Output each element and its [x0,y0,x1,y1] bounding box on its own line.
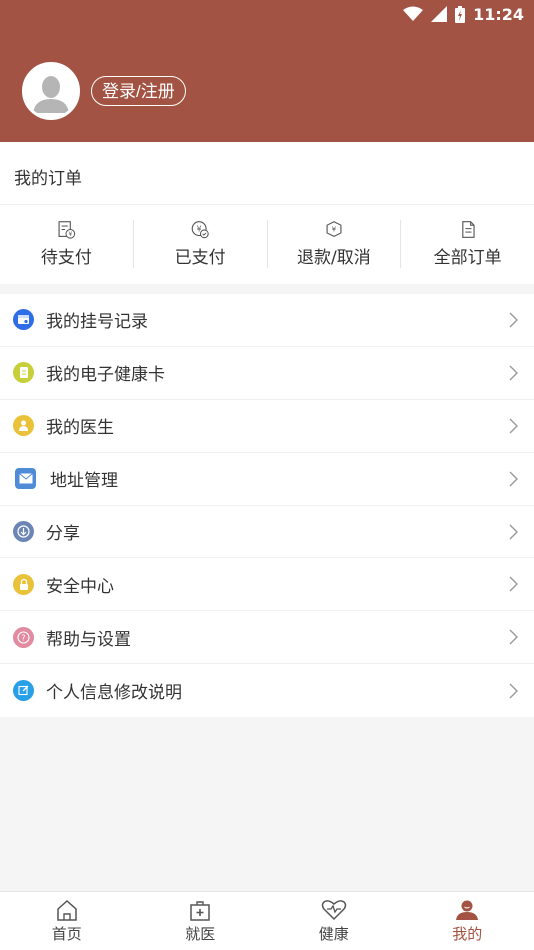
order-refund-cancel-label: 退款/取消 [297,248,371,268]
orders-row: ¥ 待支付 ¥ 已支付 ¥ 退款/取消 全部订单 [0,205,534,283]
menu-item-personal-info-notes[interactable]: 个人信息修改说明 [0,664,534,717]
chevron-right-icon [509,418,518,434]
address-icon [15,468,36,490]
chevron-right-icon [509,524,518,539]
menu-item-help-settings[interactable]: ? 帮助与设置 [0,611,534,665]
user-icon [456,900,479,920]
menu-item-registration-records[interactable]: 我的挂号记录 [0,294,534,347]
menu-item-label: 安全中心 [46,576,114,597]
lock-icon [13,573,34,595]
menu-list: 我的挂号记录 我的电子健康卡 我的医生 地址管理 分享 安全中心 ? 帮助与设置… [0,294,534,718]
medical-kit-icon [190,900,210,921]
tab-health[interactable]: 健康 [267,892,401,950]
chevron-right-icon [509,312,518,328]
chevron-right-icon [509,471,518,487]
status-bar: 11:24 [403,0,534,28]
share-icon [13,521,34,542]
order-refund-cancel[interactable]: ¥ 退款/取消 [268,220,402,268]
registration-icon [13,309,34,331]
battery-icon [455,5,466,23]
home-icon [57,899,77,921]
help-icon: ? [13,626,34,648]
signal-icon [431,6,448,22]
order-pending-payment[interactable]: ¥ 待支付 [0,220,134,268]
menu-item-share[interactable]: 分享 [0,506,534,559]
menu-item-address-management[interactable]: 地址管理 [0,453,534,506]
login-register-button[interactable]: 登录/注册 [91,76,186,106]
refund-icon: ¥ [326,221,342,238]
chevron-right-icon [509,683,518,699]
svg-text:?: ? [21,633,25,642]
tab-medical[interactable]: 就医 [134,892,268,950]
tab-health-label: 健康 [318,924,349,943]
order-paid-label: 已支付 [174,248,226,268]
menu-item-my-doctor[interactable]: 我的医生 [0,400,534,453]
my-orders-section: 我的订单 ¥ 待支付 ¥ 已支付 ¥ 退款/取消 全部订单 [0,142,534,284]
chevron-right-icon [509,365,518,381]
profile-header: 11:24 登录/注册 [0,0,534,142]
default-avatar-icon [25,65,77,117]
order-all-label: 全部订单 [433,248,502,268]
wifi-icon [403,6,424,21]
svg-text:¥: ¥ [332,226,337,234]
avatar[interactable] [22,62,80,120]
chevron-right-icon [509,576,518,592]
tab-home[interactable]: 首页 [0,892,134,950]
bottom-tab-bar: 首页 就医 健康 我的 [0,891,534,950]
all-orders-icon [461,221,475,238]
menu-item-label: 我的医生 [46,418,114,439]
tab-medical-label: 就医 [185,924,216,943]
doctor-icon [13,415,34,437]
paid-icon: ¥ [191,221,209,239]
menu-item-label: 我的挂号记录 [46,312,148,333]
tab-mine-label: 我的 [452,924,483,943]
svg-text:¥: ¥ [69,231,73,238]
menu-item-security-center[interactable]: 安全中心 [0,558,534,612]
menu-item-label: 我的电子健康卡 [46,365,165,386]
status-time: 11:24 [473,4,524,24]
order-all[interactable]: 全部订单 [401,220,534,268]
order-pending-payment-label: 待支付 [40,248,92,268]
heart-pulse-icon [321,899,346,920]
tab-home-label: 首页 [51,924,82,943]
order-paid[interactable]: ¥ 已支付 [134,220,268,268]
menu-item-label: 地址管理 [50,471,118,492]
tab-mine[interactable]: 我的 [401,892,534,950]
chevron-right-icon [509,629,518,645]
edit-icon [13,680,34,702]
menu-item-label: 帮助与设置 [46,629,131,650]
pending-payment-icon: ¥ [58,221,76,239]
menu-item-label: 个人信息修改说明 [46,683,182,704]
menu-item-label: 分享 [46,524,80,544]
menu-item-health-card[interactable]: 我的电子健康卡 [0,347,534,400]
orders-title: 我的订单 [0,142,534,205]
health-card-icon [13,362,34,384]
